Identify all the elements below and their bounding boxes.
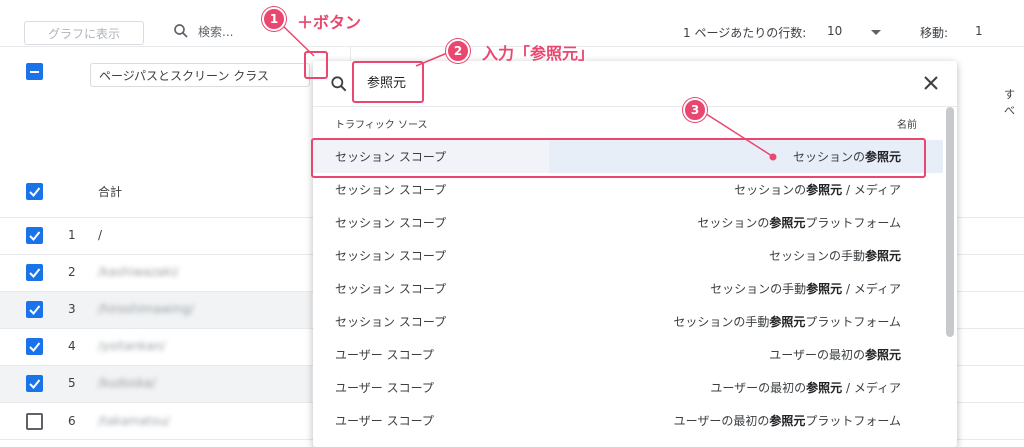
select-all-checkbox[interactable] <box>26 63 43 80</box>
close-icon[interactable] <box>919 71 943 95</box>
column-header-source: トラフィック ソース <box>335 120 428 131</box>
annotation-box-option <box>311 138 926 178</box>
option-scope: セッション スコープ <box>335 282 447 296</box>
option-name-prefix: ユーザーの最初の <box>673 414 770 428</box>
row-checkbox[interactable] <box>26 413 43 430</box>
option-name-suffix: / メディア <box>842 381 901 395</box>
option-name: セッションの手動参照元プラットフォーム <box>673 313 901 330</box>
option-name-prefix: セッションの <box>697 216 770 230</box>
row-page-path: /kudoska/ <box>98 376 156 390</box>
option-name-prefix: ユーザーの最初の <box>769 348 865 362</box>
option-name: セッションの手動参照元 <box>769 247 901 264</box>
option-name: ユーザーの最初の参照元 <box>769 346 901 363</box>
option-name-suffix: プラットフォーム <box>805 216 901 230</box>
search-placeholder: 検索... <box>198 24 234 39</box>
option-scope: ユーザー スコープ <box>335 414 434 428</box>
option-name-match: 参照元 <box>806 282 843 296</box>
row-page-path: /yoitankan/ <box>98 339 166 353</box>
annotation-step-1: 1 <box>262 7 286 31</box>
option-name-match: 参照元 <box>769 216 806 230</box>
table-search[interactable]: 検索... <box>172 22 233 40</box>
dimension-option[interactable]: セッション スコープ セッションの参照元プラットフォーム <box>313 206 943 239</box>
column-header-name: 名前 <box>897 120 917 131</box>
option-name-match: 参照元 <box>864 348 901 362</box>
option-name: セッションの参照元 / メディア <box>734 181 901 198</box>
go-to-label: 移動: <box>920 26 949 40</box>
annotation-box-plus-button <box>304 51 328 79</box>
annotation-label-2: 入力「参照元」 <box>482 44 595 63</box>
search-icon <box>174 24 188 38</box>
annotation-box-input <box>352 61 424 103</box>
option-name-match: 参照元 <box>806 381 843 395</box>
option-name-suffix: / メディア <box>842 282 901 296</box>
rows-per-page-select[interactable]: 10 <box>827 24 842 38</box>
chevron-down-icon[interactable] <box>871 30 881 35</box>
option-scope: セッション スコープ <box>335 183 447 197</box>
row-number: 6 <box>68 414 76 428</box>
option-scope: セッション スコープ <box>335 249 447 263</box>
row-page-path: /takamatsu/ <box>98 414 170 428</box>
row-checkbox[interactable] <box>26 301 43 318</box>
dimension-label: ページパスとスクリーン クラス <box>99 68 270 83</box>
option-name-match: 参照元 <box>806 183 843 197</box>
dimension-option[interactable]: ユーザー スコープ ユーザーの最初の参照元 / メディア <box>313 371 943 404</box>
rows-per-page-label: 1 ページあたりの行数: <box>683 26 807 40</box>
row-checkbox[interactable] <box>26 375 43 392</box>
dimension-option[interactable]: セッション スコープ セッションの手動参照元 <box>313 239 943 272</box>
annotation-step-2: 2 <box>446 39 470 63</box>
option-name: ユーザーの最初の参照元プラットフォーム <box>674 412 901 429</box>
row-page-path: /kashiwazaki/ <box>98 265 179 279</box>
row-number: 3 <box>68 302 76 316</box>
option-name-prefix: セッションの <box>734 183 807 197</box>
dimension-option[interactable]: セッション スコープ セッションの手動参照元プラットフォーム <box>313 305 943 338</box>
option-name-match: 参照元 <box>769 315 806 329</box>
dimension-option[interactable]: ユーザー スコープ ユーザーの最初の参照元 <box>313 338 943 371</box>
option-name-match: 参照元 <box>864 249 901 263</box>
annotation-step-3: 3 <box>683 98 707 122</box>
dimension-picker-panel: 参照元 トラフィック ソース 名前 セッション スコープ セッションの参照元 セ… <box>313 61 957 447</box>
row-checkbox[interactable] <box>26 227 43 244</box>
row-number: 2 <box>68 265 76 279</box>
show-in-chart-button[interactable]: グラフに表示 <box>24 21 144 45</box>
option-name-suffix: プラットフォーム <box>805 414 901 428</box>
row-checkbox[interactable] <box>26 338 43 355</box>
option-scope: セッション スコープ <box>335 315 447 329</box>
row-number: 5 <box>68 376 76 390</box>
row-page-path: / <box>98 228 103 242</box>
option-name: セッションの参照元プラットフォーム <box>697 214 901 231</box>
option-name-match: 参照元 <box>769 414 806 428</box>
dimension-option[interactable]: ユーザー スコープ ユーザーの最初の参照元プラットフォーム <box>313 404 943 437</box>
total-label: 合計 <box>98 185 123 199</box>
option-name-suffix: / メディア <box>842 183 901 197</box>
row-checkbox[interactable] <box>26 264 43 281</box>
total-checkbox[interactable] <box>26 183 43 200</box>
go-to-input[interactable]: 1 <box>975 24 983 38</box>
option-name-suffix: プラットフォーム <box>805 315 901 329</box>
search-icon <box>331 76 347 92</box>
row-band <box>0 366 312 402</box>
option-name-prefix: セッションの手動 <box>710 282 807 296</box>
right-edge-text: すべ <box>1004 88 1015 117</box>
option-name-prefix: セッションの手動 <box>673 315 770 329</box>
annotation-label-1: ＋ボタン <box>297 13 362 32</box>
row-page-path: /hiroshimawing/ <box>98 302 194 316</box>
option-scope: セッション スコープ <box>335 216 447 230</box>
panel-scrollbar[interactable] <box>946 107 954 337</box>
row-number: 1 <box>68 228 76 242</box>
option-name: ユーザーの最初の参照元 / メディア <box>710 379 901 396</box>
divider <box>313 106 957 107</box>
option-name: セッションの手動参照元 / メディア <box>710 280 901 297</box>
row-number: 4 <box>68 339 76 353</box>
dimension-option[interactable]: セッション スコープ セッションの手動参照元 / メディア <box>313 272 943 305</box>
dimension-select[interactable]: ページパスとスクリーン クラス <box>90 63 310 87</box>
option-name-prefix: セッションの手動 <box>768 249 865 263</box>
option-scope: ユーザー スコープ <box>335 381 434 395</box>
option-name-prefix: ユーザーの最初の <box>710 381 807 395</box>
option-scope: ユーザー スコープ <box>335 348 434 362</box>
